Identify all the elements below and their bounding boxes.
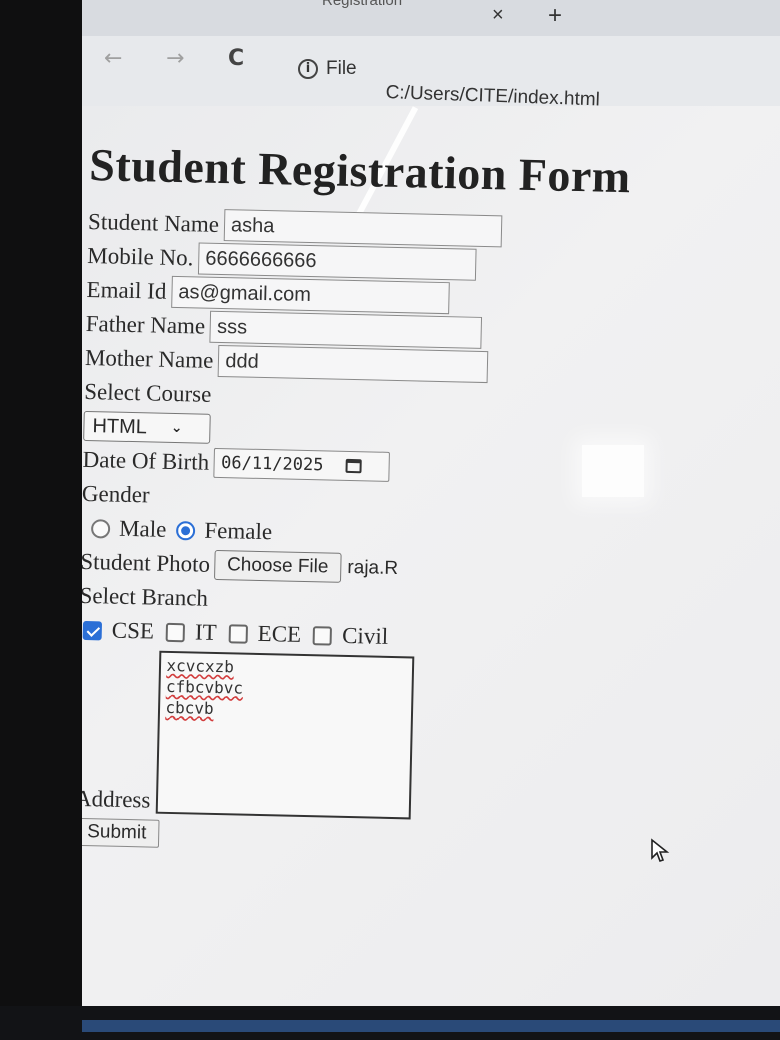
- tab-bar: Registration × +: [82, 0, 780, 36]
- father-name-label: Father Name: [85, 310, 206, 339]
- course-select[interactable]: HTML ⌄: [83, 410, 211, 444]
- dob-label: Date Of Birth: [82, 446, 210, 475]
- branch-ece-label[interactable]: ECE: [257, 621, 301, 648]
- calendar-icon[interactable]: [345, 458, 362, 474]
- tab-title[interactable]: Registration: [322, 0, 402, 9]
- new-tab-icon[interactable]: +: [548, 2, 562, 30]
- browser-window: Registration × + ← → C i File C:/Users/C…: [82, 0, 780, 1012]
- address-row: Address xcvcxzb cfbcvbvc cbcvb: [82, 649, 758, 827]
- branch-label: Select Branch: [82, 582, 209, 611]
- taskbar: [82, 1020, 780, 1032]
- gender-female-label[interactable]: Female: [204, 518, 272, 546]
- branch-civil-label[interactable]: Civil: [342, 623, 389, 650]
- reload-icon[interactable]: C: [228, 46, 244, 71]
- mobile-label: Mobile No.: [87, 242, 194, 271]
- mother-name-label: Mother Name: [84, 344, 214, 373]
- student-name-label: Student Name: [87, 208, 220, 237]
- branch-ece-checkbox[interactable]: [228, 623, 248, 644]
- chosen-file-name: raja.R: [347, 556, 399, 580]
- gender-label: Gender: [82, 480, 150, 508]
- tab-close-icon[interactable]: ×: [492, 4, 504, 27]
- branch-it-checkbox[interactable]: [165, 622, 186, 642]
- email-input[interactable]: as@gmail.com: [171, 275, 450, 315]
- course-selected-value: HTML: [92, 414, 148, 438]
- chevron-down-icon: ⌄: [170, 419, 183, 437]
- branch-it-label[interactable]: IT: [195, 620, 217, 646]
- forward-arrow-icon[interactable]: →: [166, 46, 184, 71]
- page-title: Student Registration Form: [88, 138, 632, 203]
- mother-name-input[interactable]: ddd: [218, 344, 489, 384]
- mouse-cursor-icon: [651, 838, 670, 863]
- gender-female-radio[interactable]: [176, 520, 196, 540]
- browser-toolbar: ← → C i File C:/Users/CITE/index.html: [82, 36, 780, 110]
- info-icon: i: [298, 59, 318, 79]
- site-info-button[interactable]: i File: [298, 58, 357, 80]
- student-name-input[interactable]: asha: [223, 209, 503, 248]
- branch-cse-checkbox[interactable]: [82, 620, 103, 640]
- branch-cse-label[interactable]: CSE: [112, 618, 155, 645]
- gender-male-label[interactable]: Male: [119, 516, 167, 543]
- monitor-bezel: [0, 0, 82, 1040]
- father-name-input[interactable]: sss: [209, 310, 483, 349]
- photo-label: Student Photo: [82, 548, 211, 577]
- address-textarea[interactable]: xcvcxzb cfbcvbvc cbcvb: [156, 650, 415, 820]
- address-label: Address: [82, 785, 151, 813]
- back-arrow-icon[interactable]: ←: [104, 46, 122, 71]
- address-line: cbcvb: [165, 697, 214, 718]
- dob-value: 06/11/2025: [220, 453, 324, 476]
- site-info-label: File: [326, 58, 357, 79]
- gender-male-radio[interactable]: [90, 518, 111, 539]
- page-content: Student Registration Form Student Name a…: [82, 138, 770, 861]
- branch-civil-checkbox[interactable]: [312, 625, 333, 646]
- course-label: Select Course: [83, 378, 212, 407]
- email-label: Email Id: [86, 276, 167, 304]
- submit-button[interactable]: Submit: [82, 817, 160, 848]
- dob-input[interactable]: 06/11/2025: [213, 447, 391, 482]
- mobile-input[interactable]: 6666666666: [197, 242, 477, 281]
- choose-file-button[interactable]: Choose File: [213, 549, 342, 583]
- address-bar[interactable]: C:/Users/CITE/index.html: [385, 82, 600, 111]
